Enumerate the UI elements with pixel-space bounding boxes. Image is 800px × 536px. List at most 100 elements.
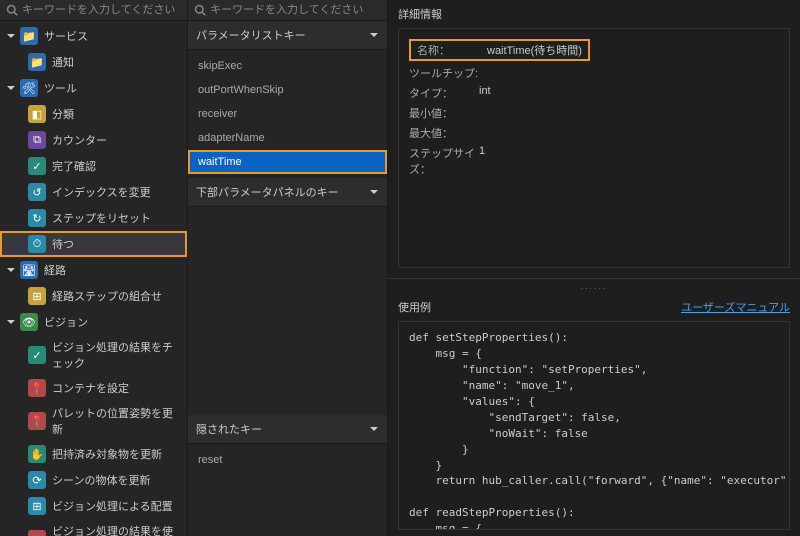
node-label: 経路ステップの組合せ	[52, 288, 162, 304]
group-label: ツール	[44, 80, 77, 96]
tree-node[interactable]: 📍 パレットの位置姿勢を更新	[0, 401, 187, 441]
detail-step-label: ステップサイズ：	[409, 145, 479, 177]
hidden-item[interactable]: reset	[188, 448, 387, 472]
param-item[interactable]: waitTime	[188, 150, 387, 174]
node-label: ステップをリセット	[52, 210, 151, 226]
sidebar-search[interactable]	[0, 0, 187, 21]
group-icon: 🛠	[20, 79, 38, 97]
group-label: サービス	[44, 28, 88, 44]
tree-node[interactable]: ⊞ 経路ステップの組合せ	[0, 283, 187, 309]
chevron-down-icon	[6, 83, 16, 93]
lower-param-header[interactable]: 下部パラメータパネルのキー	[188, 178, 387, 207]
tree-node[interactable]: ⧉カウンター	[0, 127, 187, 153]
param-item[interactable]: outPortWhenSkip	[188, 78, 387, 102]
manual-link[interactable]: ユーザーズマニュアル	[681, 299, 790, 315]
tree-node[interactable]: ✓ 完了確認	[0, 153, 187, 179]
node-label: ビジョン処理の結果をチェック	[52, 339, 181, 371]
node-icon: ✋	[28, 445, 46, 463]
node-label: カウンター	[52, 132, 107, 148]
chevron-down-icon	[369, 30, 379, 40]
example-section: 使用例 ユーザーズマニュアル def setStepProperties(): …	[388, 293, 800, 536]
param-list: skipExecoutPortWhenSkipreceiveradapterNa…	[188, 50, 387, 178]
node-icon: 📁	[28, 53, 46, 71]
node-icon: ✓	[28, 346, 46, 364]
lower-param-title: 下部パラメータパネルのキー	[196, 184, 339, 200]
node-label: シーンの物体を更新	[52, 472, 150, 488]
example-title: 使用例	[398, 299, 431, 315]
tree-node[interactable]: ✓ ビジョン処理の結果をチェック	[0, 335, 187, 375]
param-list-header[interactable]: パラメータリストキー	[188, 21, 387, 50]
detail-type-label: タイプ：	[409, 85, 479, 101]
node-icon: ✓	[28, 157, 46, 175]
hidden-list: reset	[188, 444, 387, 476]
node-icon: ⊞	[28, 497, 46, 515]
node-icon: ◉	[28, 530, 46, 536]
group-icon: 📁	[20, 27, 38, 45]
group-label: ビジョン	[44, 314, 88, 330]
detail-title: 詳細情報	[398, 6, 790, 22]
tree-group-header[interactable]: 🛣 経路	[0, 257, 187, 283]
tree-group-header[interactable]: 👁 ビジョン	[0, 309, 187, 335]
node-label: 分類	[52, 106, 74, 122]
detail-section: 詳細情報 名称： waitTime(待ち時間) ツールチップ: タイプ：int …	[388, 0, 800, 279]
sidebar: 📁 サービス 📁 通知 🛠 ツール ◧ 分類 ⧉カウンター ✓ 完了確認 ↺ インデックスを変更 ↻ ステッ…	[0, 0, 188, 536]
chevron-down-icon	[6, 265, 16, 275]
tree-group-header[interactable]: 🛠 ツール	[0, 75, 187, 101]
param-item[interactable]: receiver	[188, 102, 387, 126]
tree-node[interactable]: ⊞ ビジョン処理による配置	[0, 493, 187, 519]
node-label: インデックスを変更	[52, 184, 151, 200]
hidden-keys-header[interactable]: 隠されたキー	[188, 415, 387, 444]
sidebar-tree: 📁 サービス 📁 通知 🛠 ツール ◧ 分類 ⧉カウンター ✓ 完了確認 ↺ インデックスを変更 ↻ ステッ…	[0, 21, 187, 536]
param-panel: パラメータリストキー skipExecoutPortWhenSkipreceiv…	[188, 0, 388, 536]
tree-node[interactable]: ↺ インデックスを変更	[0, 179, 187, 205]
chevron-down-icon	[6, 317, 16, 327]
tree-node[interactable]: ↻ ステップをリセット	[0, 205, 187, 231]
param-item[interactable]: skipExec	[188, 54, 387, 78]
node-icon: 📍	[28, 379, 46, 397]
detail-panel: 詳細情報 名称： waitTime(待ち時間) ツールチップ: タイプ：int …	[388, 0, 800, 536]
node-icon: 📍	[28, 412, 46, 430]
node-label: ビジョン処理による配置	[52, 498, 173, 514]
detail-name-label: 名称：	[417, 42, 487, 58]
group-label: 経路	[44, 262, 66, 278]
tree-node[interactable]: 📁 通知	[0, 49, 187, 75]
node-label: コンテナを設定	[52, 380, 129, 396]
node-icon: ◧	[28, 105, 46, 123]
group-icon: 🛣	[20, 261, 38, 279]
chevron-down-icon	[369, 424, 379, 434]
tree-node[interactable]: ⟳ シーンの物体を更新	[0, 467, 187, 493]
detail-box: 名称： waitTime(待ち時間) ツールチップ: タイプ：int 最小値： …	[398, 28, 790, 268]
node-label: 通知	[52, 54, 74, 70]
sidebar-search-input[interactable]	[22, 4, 181, 16]
node-label: パレットの位置姿勢を更新	[52, 405, 181, 437]
detail-step-value: 1	[479, 145, 485, 177]
hidden-keys-title: 隠されたキー	[196, 421, 262, 437]
node-icon: ⟳	[28, 471, 46, 489]
detail-name-highlight: 名称： waitTime(待ち時間)	[409, 39, 590, 61]
node-label: 待つ	[52, 236, 74, 252]
param-search[interactable]	[188, 0, 387, 21]
tree-node[interactable]: 📍 コンテナを設定	[0, 375, 187, 401]
detail-min-label: 最小値：	[409, 105, 479, 121]
chevron-down-icon	[6, 31, 16, 41]
tree-node[interactable]: ◧ 分類	[0, 101, 187, 127]
node-label: 把持済み対象物を更新	[52, 446, 162, 462]
node-icon: ⏱	[28, 235, 46, 253]
node-label: ビジョン処理の結果を使い切る	[52, 523, 181, 536]
search-icon	[194, 4, 206, 16]
node-icon: ↺	[28, 183, 46, 201]
splitter-handle[interactable]: ......	[388, 279, 800, 293]
param-search-input[interactable]	[210, 4, 381, 16]
tree-group-header[interactable]: 📁 サービス	[0, 23, 187, 49]
node-icon: ⊞	[28, 287, 46, 305]
node-icon: ↻	[28, 209, 46, 227]
param-list-title: パラメータリストキー	[196, 27, 306, 43]
tree-node[interactable]: ⏱ 待つ	[0, 231, 187, 257]
tree-node[interactable]: ◉ ビジョン処理の結果を使い切る	[0, 519, 187, 536]
param-item[interactable]: adapterName	[188, 126, 387, 150]
tree-node[interactable]: ✋ 把持済み対象物を更新	[0, 441, 187, 467]
node-label: 完了確認	[52, 158, 96, 174]
example-code[interactable]: def setStepProperties(): msg = { "functi…	[398, 321, 790, 530]
detail-max-label: 最大値：	[409, 125, 479, 141]
group-icon: 👁	[20, 313, 38, 331]
